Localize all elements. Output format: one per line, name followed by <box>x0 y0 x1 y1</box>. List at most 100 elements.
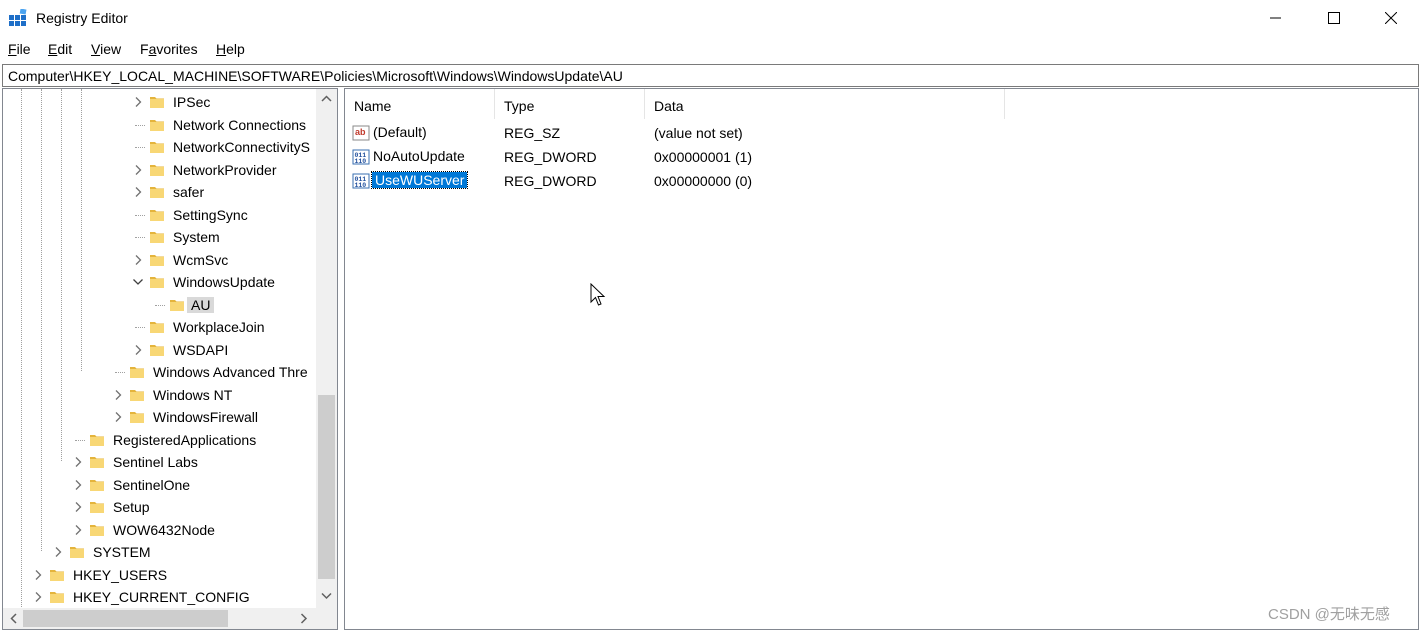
window-title: Registry Editor <box>36 10 128 26</box>
tree-item[interactable]: Setup <box>3 496 319 518</box>
tree-item-label: RegisteredApplications <box>113 431 257 448</box>
title-bar[interactable]: Registry Editor <box>0 0 1419 36</box>
column-header-data[interactable]: Data <box>645 89 1005 119</box>
minimize-icon <box>1270 17 1281 19</box>
tree-vertical-scroll-thumb[interactable] <box>318 395 335 579</box>
tree-item[interactable]: WcmSvc <box>3 249 319 271</box>
chevron-right-icon[interactable] <box>32 590 44 604</box>
tree-connector <box>135 214 145 216</box>
chevron-right-icon[interactable] <box>132 253 144 267</box>
value-row[interactable]: 011 110 UseWUServer REG_DWORD 0x00000000 (0) <box>345 169 1415 193</box>
folder-icon <box>90 524 104 536</box>
column-header-type[interactable]: Type <box>495 89 645 119</box>
tree-item[interactable]: SYSTEM <box>3 541 319 563</box>
tree-item-label: HKEY_USERS <box>73 566 168 583</box>
chevron-right-icon[interactable] <box>52 545 64 559</box>
column-header-type-label: Type <box>504 98 535 114</box>
key-tree-pane[interactable]: IPSec Network Connections NetworkConnectiv… <box>2 88 338 630</box>
folder-icon <box>150 119 164 131</box>
folder-icon <box>150 344 164 356</box>
tree-item[interactable]: SettingSync <box>3 204 319 226</box>
tree-item-label: Sentinel Labs <box>113 454 198 470</box>
svg-text:110: 110 <box>355 158 367 165</box>
tree-vertical-scrollbar[interactable] <box>316 89 337 611</box>
tree-item[interactable]: Windows NT <box>3 384 319 406</box>
address-path[interactable]: Computer\HKEY_LOCAL_MACHINE\SOFTWARE\Pol… <box>8 68 623 84</box>
tree-item[interactable]: Network Connections <box>3 114 319 136</box>
tree-item-label: AU <box>187 296 215 313</box>
tree-item[interactable]: WOW6432Node <box>3 519 319 541</box>
folder-icon <box>170 299 184 311</box>
chevron-right-icon[interactable] <box>132 185 144 199</box>
tree-item-label: System <box>173 229 220 245</box>
tree-item[interactable]: System <box>3 226 319 248</box>
tree-item-label: WSDAPI <box>173 341 229 358</box>
registry-editor-app-icon <box>9 9 27 26</box>
tree-connector <box>135 237 145 238</box>
folder-icon <box>70 547 84 558</box>
value-row[interactable]: 011 110 NoAutoUpdate REG_DWORD 0x00000001 (1… <box>345 145 1415 169</box>
tree-item-label: HKEY_CURRENT_CONFIG <box>73 589 250 605</box>
tree-item[interactable]: HKEY_USERS <box>3 564 319 586</box>
close-button[interactable] <box>1362 0 1419 36</box>
chevron-right-icon[interactable] <box>132 95 144 109</box>
tree-item[interactable]: NetworkConnectivityS <box>3 136 319 158</box>
value-type: REG_SZ <box>504 125 561 141</box>
tree-item[interactable]: Windows Advanced Thre <box>3 361 319 383</box>
scroll-up-icon[interactable] <box>321 95 332 103</box>
menu-view[interactable]: View <box>91 41 121 57</box>
chevron-right-icon[interactable] <box>112 388 124 402</box>
address-bar[interactable]: Computer\HKEY_LOCAL_MACHINE\SOFTWARE\Pol… <box>2 64 1419 87</box>
chevron-right-icon[interactable] <box>72 478 84 492</box>
folder-icon <box>150 164 164 176</box>
tree-item[interactable]: NetworkProvider <box>3 159 319 181</box>
tree-item[interactable]: HKEY_CURRENT_CONFIG <box>3 586 319 608</box>
chevron-right-icon[interactable] <box>132 343 144 357</box>
folder-icon <box>50 569 64 581</box>
tree-item-label: WindowsFirewall <box>153 409 259 425</box>
column-header-name[interactable]: Name <box>345 89 495 119</box>
tree-item[interactable]: SentinelOne <box>3 474 319 496</box>
tree-item[interactable]: safer <box>3 181 319 203</box>
tree-horizontal-scroll-thumb[interactable] <box>23 610 228 627</box>
chevron-right-icon[interactable] <box>112 410 124 424</box>
tree-item[interactable]: RegisteredApplications <box>3 429 319 451</box>
value-row[interactable]: ab (Default) REG_SZ (value not set) <box>345 121 1415 145</box>
tree-item[interactable]: WSDAPI <box>3 339 319 361</box>
tree-item-label: Network Connections <box>173 116 307 133</box>
menu-file[interactable]: File <box>8 41 31 57</box>
chevron-right-icon[interactable] <box>32 568 44 582</box>
chevron-right-icon[interactable] <box>72 523 84 537</box>
values-list-pane[interactable]: Name Type Data ab (Default) REG_SZ (value n… <box>344 88 1419 630</box>
value-data: 0x00000001 (1) <box>654 149 753 165</box>
folder-icon <box>150 322 164 333</box>
folder-icon <box>130 389 144 401</box>
menu-edit[interactable]: Edit <box>48 41 72 57</box>
value-data: (value not set) <box>654 125 743 141</box>
scroll-left-icon[interactable] <box>10 613 18 624</box>
value-name: NoAutoUpdate <box>373 148 465 164</box>
folder-icon <box>150 254 164 266</box>
binary-value-icon: 011110 <box>352 173 370 189</box>
chevron-right-icon[interactable] <box>132 163 144 177</box>
minimize-button[interactable] <box>1247 0 1305 36</box>
tree-item[interactable]: WindowsUpdate <box>3 271 319 293</box>
chevron-right-icon[interactable] <box>72 500 84 514</box>
tree-horizontal-scrollbar[interactable] <box>3 608 316 629</box>
menu-help[interactable]: Help <box>216 41 245 57</box>
tree-item[interactable]: AU <box>3 294 319 316</box>
tree-item[interactable]: WorkplaceJoin <box>3 316 319 338</box>
scroll-down-icon[interactable] <box>321 592 332 600</box>
tree-item[interactable]: Sentinel Labs <box>3 451 319 473</box>
tree-item-label: WOW6432Node <box>113 521 215 538</box>
tree-item-label: NetworkConnectivityS <box>173 139 310 155</box>
maximize-button[interactable] <box>1305 0 1363 36</box>
chevron-down-icon[interactable] <box>132 275 144 289</box>
tree-item-label: Windows Advanced Thre <box>153 364 308 380</box>
scroll-right-icon[interactable] <box>300 613 308 624</box>
tree-item-label: SentinelOne <box>113 476 191 493</box>
menu-favorites[interactable]: Favorites <box>140 41 198 57</box>
tree-item[interactable]: IPSec <box>3 91 319 113</box>
chevron-right-icon[interactable] <box>72 455 84 469</box>
tree-item[interactable]: WindowsFirewall <box>3 406 319 428</box>
